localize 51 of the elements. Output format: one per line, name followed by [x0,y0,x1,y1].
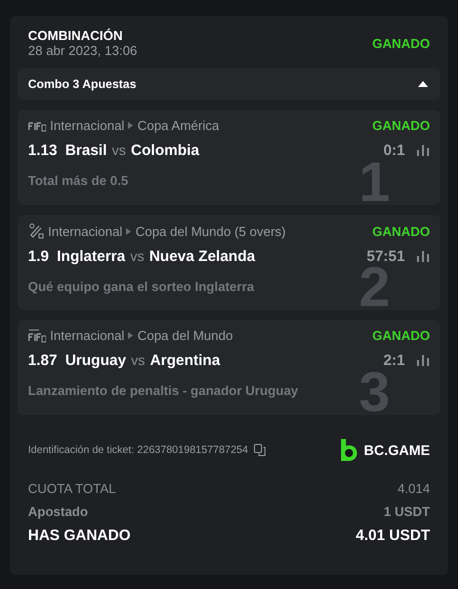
stats-icon[interactable] [417,355,430,366]
total-label: Apostado [28,504,88,519]
leg-odds: 1.13 [28,142,58,159]
caret-icon [418,81,428,87]
leg-country: Internacional [50,328,124,343]
brand-logo-icon [340,439,358,461]
leg-status: GANADO [372,118,430,133]
bet-date: 28 abr 2023, 13:06 [28,43,138,58]
bet-status: GANADO [372,36,430,50]
home-team: Uruguay [65,352,126,369]
leg-market: Qué equipo gana el sorteo Inglaterra [28,279,256,294]
home-team: Brasil [65,142,107,159]
brand-name: BC.GAME [364,442,430,458]
away-team: Nueva Zelanda [149,248,256,265]
chevron-icon [128,122,134,129]
chevron-icon [126,228,132,234]
home-team: Inglaterra [56,248,126,265]
leg-league: Copa América [137,118,220,133]
cricket-icon [28,223,44,239]
vs-label: vs [130,248,144,264]
stats-icon[interactable] [417,145,430,156]
vs-label: vs [131,352,146,368]
leg-status: GANADO [372,328,430,343]
chevron-icon [128,332,134,339]
fifa-icon [28,120,46,132]
leg-score: 0:1 [383,142,405,159]
away-team: Argentina [150,352,220,369]
bet-type: COMBINACIÓN [28,28,124,43]
away-team: Colombia [130,142,200,159]
total-value: 4.01 USDT [356,527,430,544]
leg-market: Lanzamiento de penaltis - ganador Uruguay [28,383,300,398]
leg-league: Copa del Mundo [137,328,233,343]
leg-country: Internacional [48,224,122,238]
ticket-id: Identificación de ticket: 2263780198157787254 [28,444,248,456]
leg-market: Total más de 0.5 [28,173,130,188]
copy-icon[interactable] [254,444,266,456]
leg-score: 57:51 [366,248,405,265]
leg-odds: 1.9 [28,248,49,265]
vs-label: vs [112,142,126,158]
leg-odds: 1.87 [28,352,58,369]
total-label: CUOTA TOTAL [28,481,116,496]
leg-league: Copa del Mundo (5 overs) [135,224,286,238]
leg-country: Internacional [50,118,124,133]
total-value: 4.014 [397,481,430,496]
total-label: HAS GANADO [28,527,131,544]
leg-status: GANADO [372,224,430,238]
fifa-icon [28,328,46,343]
leg-score: 2:1 [383,352,405,369]
combo-toggle[interactable]: Combo 3 Apuestas [18,68,440,100]
stats-icon[interactable] [417,251,430,262]
total-value: 1 USDT [384,504,430,519]
